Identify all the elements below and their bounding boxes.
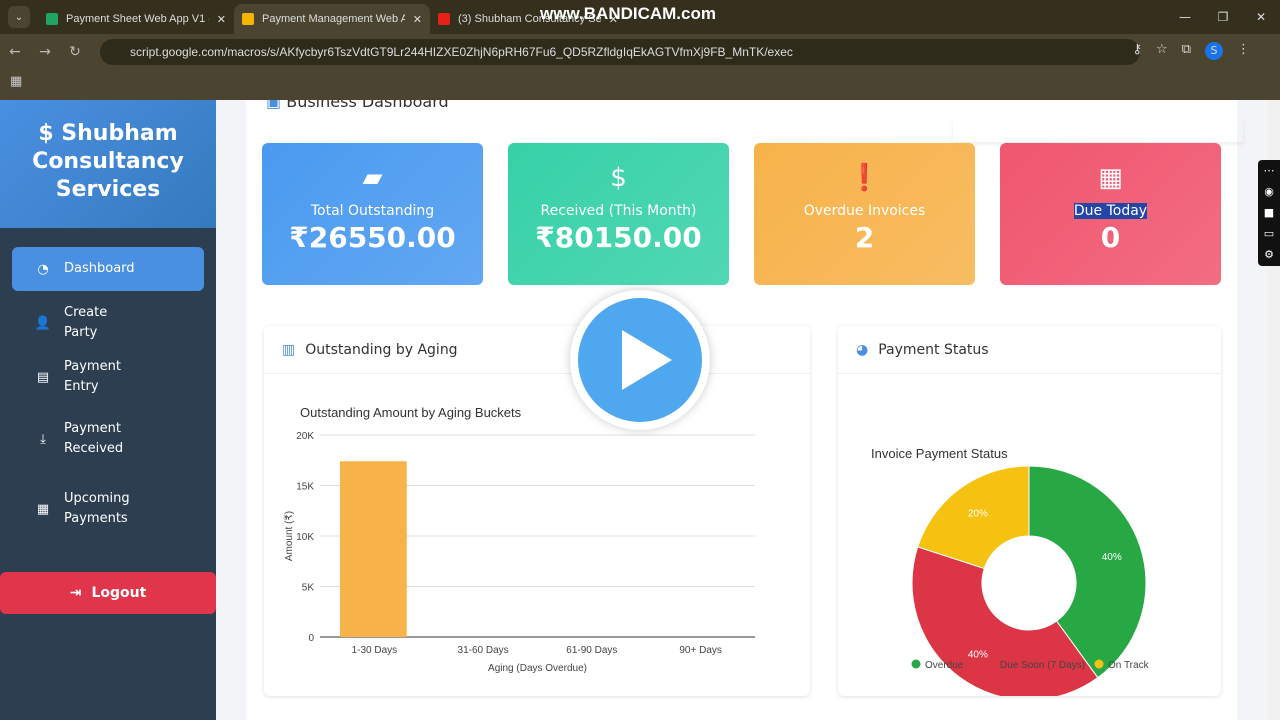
- legend-marker: [911, 659, 921, 669]
- sidebar-item-upcoming-payments[interactable]: ▦ Upcoming Payments: [12, 479, 204, 539]
- tab-search-button[interactable]: ⌄: [8, 6, 30, 28]
- url-input[interactable]: script.google.com/macros/s/AKfycbyr6TszV…: [100, 39, 1140, 65]
- calendar-icon: ▦: [1098, 163, 1123, 193]
- legend-marker: [986, 659, 996, 669]
- stat-card: ▰ Total Outstanding ₹26550.00: [262, 143, 483, 285]
- logout-icon: ⇥: [69, 585, 82, 601]
- legend-label: Overdue: [925, 660, 964, 671]
- bar-chart-icon: ▥: [282, 341, 296, 358]
- slice-label: 40%: [968, 649, 988, 660]
- back-icon[interactable]: ←: [0, 44, 30, 60]
- file-invoice-icon: ▤: [36, 369, 50, 385]
- sidebar-item-payment-entry[interactable]: ▤ Payment Entry: [12, 355, 204, 399]
- forward-icon[interactable]: →: [30, 44, 60, 60]
- hand-money-icon: ⤓: [40, 431, 46, 447]
- stat-card: ▦ Due Today 0: [1000, 143, 1221, 285]
- main-content: ▣ Business Dashboard ▰ Total Outstanding ₹…: [246, 100, 1237, 720]
- menu-icon[interactable]: ⋮: [1237, 42, 1250, 60]
- x-tick-label: 90+ Days: [679, 645, 722, 656]
- dashboard-icon: ▣: [266, 100, 282, 111]
- calendar-check-icon: ▦: [36, 501, 50, 517]
- minimize-button[interactable]: —: [1166, 0, 1204, 34]
- chart-title: Outstanding Amount by Aging Buckets: [300, 405, 522, 420]
- star-icon[interactable]: ☆: [1156, 42, 1168, 60]
- aging-panel: ▥ Outstanding by Aging Outstanding Amount…: [264, 326, 810, 696]
- wallet-icon: ▰: [362, 163, 383, 193]
- maximize-button[interactable]: ❐: [1204, 0, 1242, 34]
- address-bar-row: ← → ↻ script.google.com/macros/s/AKfycby…: [0, 34, 1280, 70]
- sidebar-item-create-party[interactable]: 👤 Create Party: [12, 301, 204, 345]
- play-button[interactable]: [570, 290, 710, 430]
- apps-icon[interactable]: ▦: [0, 70, 1280, 100]
- key-icon[interactable]: ⚷: [1133, 42, 1143, 60]
- bar: [340, 461, 407, 637]
- y-tick-label: 15K: [296, 482, 314, 493]
- legend-marker: [1094, 659, 1104, 669]
- slice-label: 40%: [1102, 552, 1122, 563]
- dropdown-shadow: [953, 120, 1243, 142]
- x-tick-label: 31-60 Days: [458, 645, 509, 656]
- favicon-icon: [242, 13, 254, 25]
- close-window-button[interactable]: ✕: [1242, 0, 1280, 34]
- y-tick-label: 20K: [296, 431, 314, 442]
- user-plus-icon: 👤: [34, 315, 52, 331]
- slice-label: 20%: [968, 509, 988, 520]
- favicon-icon: [46, 13, 58, 25]
- tab-bar: ⌄ Payment Sheet Web App V1 - C ✕ Payment M…: [0, 0, 1280, 34]
- close-tab-icon[interactable]: ✕: [217, 13, 226, 26]
- x-axis-label: Aging (Days Overdue): [488, 663, 587, 674]
- profile-avatar[interactable]: S: [1205, 42, 1223, 60]
- reload-icon[interactable]: ↻: [60, 44, 90, 60]
- extension-icon[interactable]: ⧉: [1182, 42, 1191, 60]
- brand-logo: $ Shubham Consultancy Services: [0, 100, 216, 228]
- payment-status-donut-chart: Invoice Payment Status 40% 40% 20% Overdue Du…: [871, 446, 1150, 701]
- y-tick-label: 10K: [296, 532, 314, 543]
- hand-dollar-icon: $: [610, 163, 627, 193]
- sidebar: $ Shubham Consultancy Services ◔ Dashboar…: [0, 100, 216, 720]
- browser-tab[interactable]: Payment Management Web Ap ✕: [234, 4, 430, 34]
- chart-title: Invoice Payment Status: [871, 446, 1008, 461]
- watermark: www.BANDICAM.com: [540, 4, 716, 23]
- pie-chart-icon: ◕: [856, 341, 869, 358]
- legend-label: Due Soon (7 Days): [1000, 660, 1085, 671]
- stat-card: ❗ Overdue Invoices 2: [754, 143, 975, 285]
- aging-bar-chart: Outstanding Amount by Aging Buckets 0 5K 10…: [284, 405, 755, 674]
- recorder-toolbar[interactable]: ⋯ ◉ ■ ▭ ⚙: [1258, 160, 1280, 266]
- favicon-icon: [438, 13, 450, 25]
- logout-button[interactable]: ⇥ Logout: [0, 572, 216, 614]
- browser-tab[interactable]: Payment Sheet Web App V1 - C ✕: [38, 4, 234, 34]
- y-tick-label: 0: [308, 633, 314, 644]
- page-title: ▣ Business Dashboard: [266, 100, 449, 111]
- y-tick-label: 5K: [302, 583, 315, 594]
- x-tick-label: 1-30 Days: [352, 645, 398, 656]
- y-axis-label: Amount (₹): [284, 511, 295, 561]
- close-tab-icon[interactable]: ✕: [413, 13, 422, 26]
- stat-card: $ Received (This Month) ₹80150.00: [508, 143, 729, 285]
- gauge-icon: ◔: [37, 261, 49, 277]
- payment-status-panel: ◕ Payment Status Invoice Payment Status 40…: [838, 326, 1221, 701]
- sidebar-item-dashboard[interactable]: ◔ Dashboard: [12, 247, 204, 291]
- exclamation-icon: ❗: [848, 163, 881, 193]
- x-tick-label: 61-90 Days: [566, 645, 617, 656]
- legend-label: On Track: [1108, 660, 1150, 671]
- sidebar-item-payment-received[interactable]: ⤓ Payment Received: [12, 409, 204, 469]
